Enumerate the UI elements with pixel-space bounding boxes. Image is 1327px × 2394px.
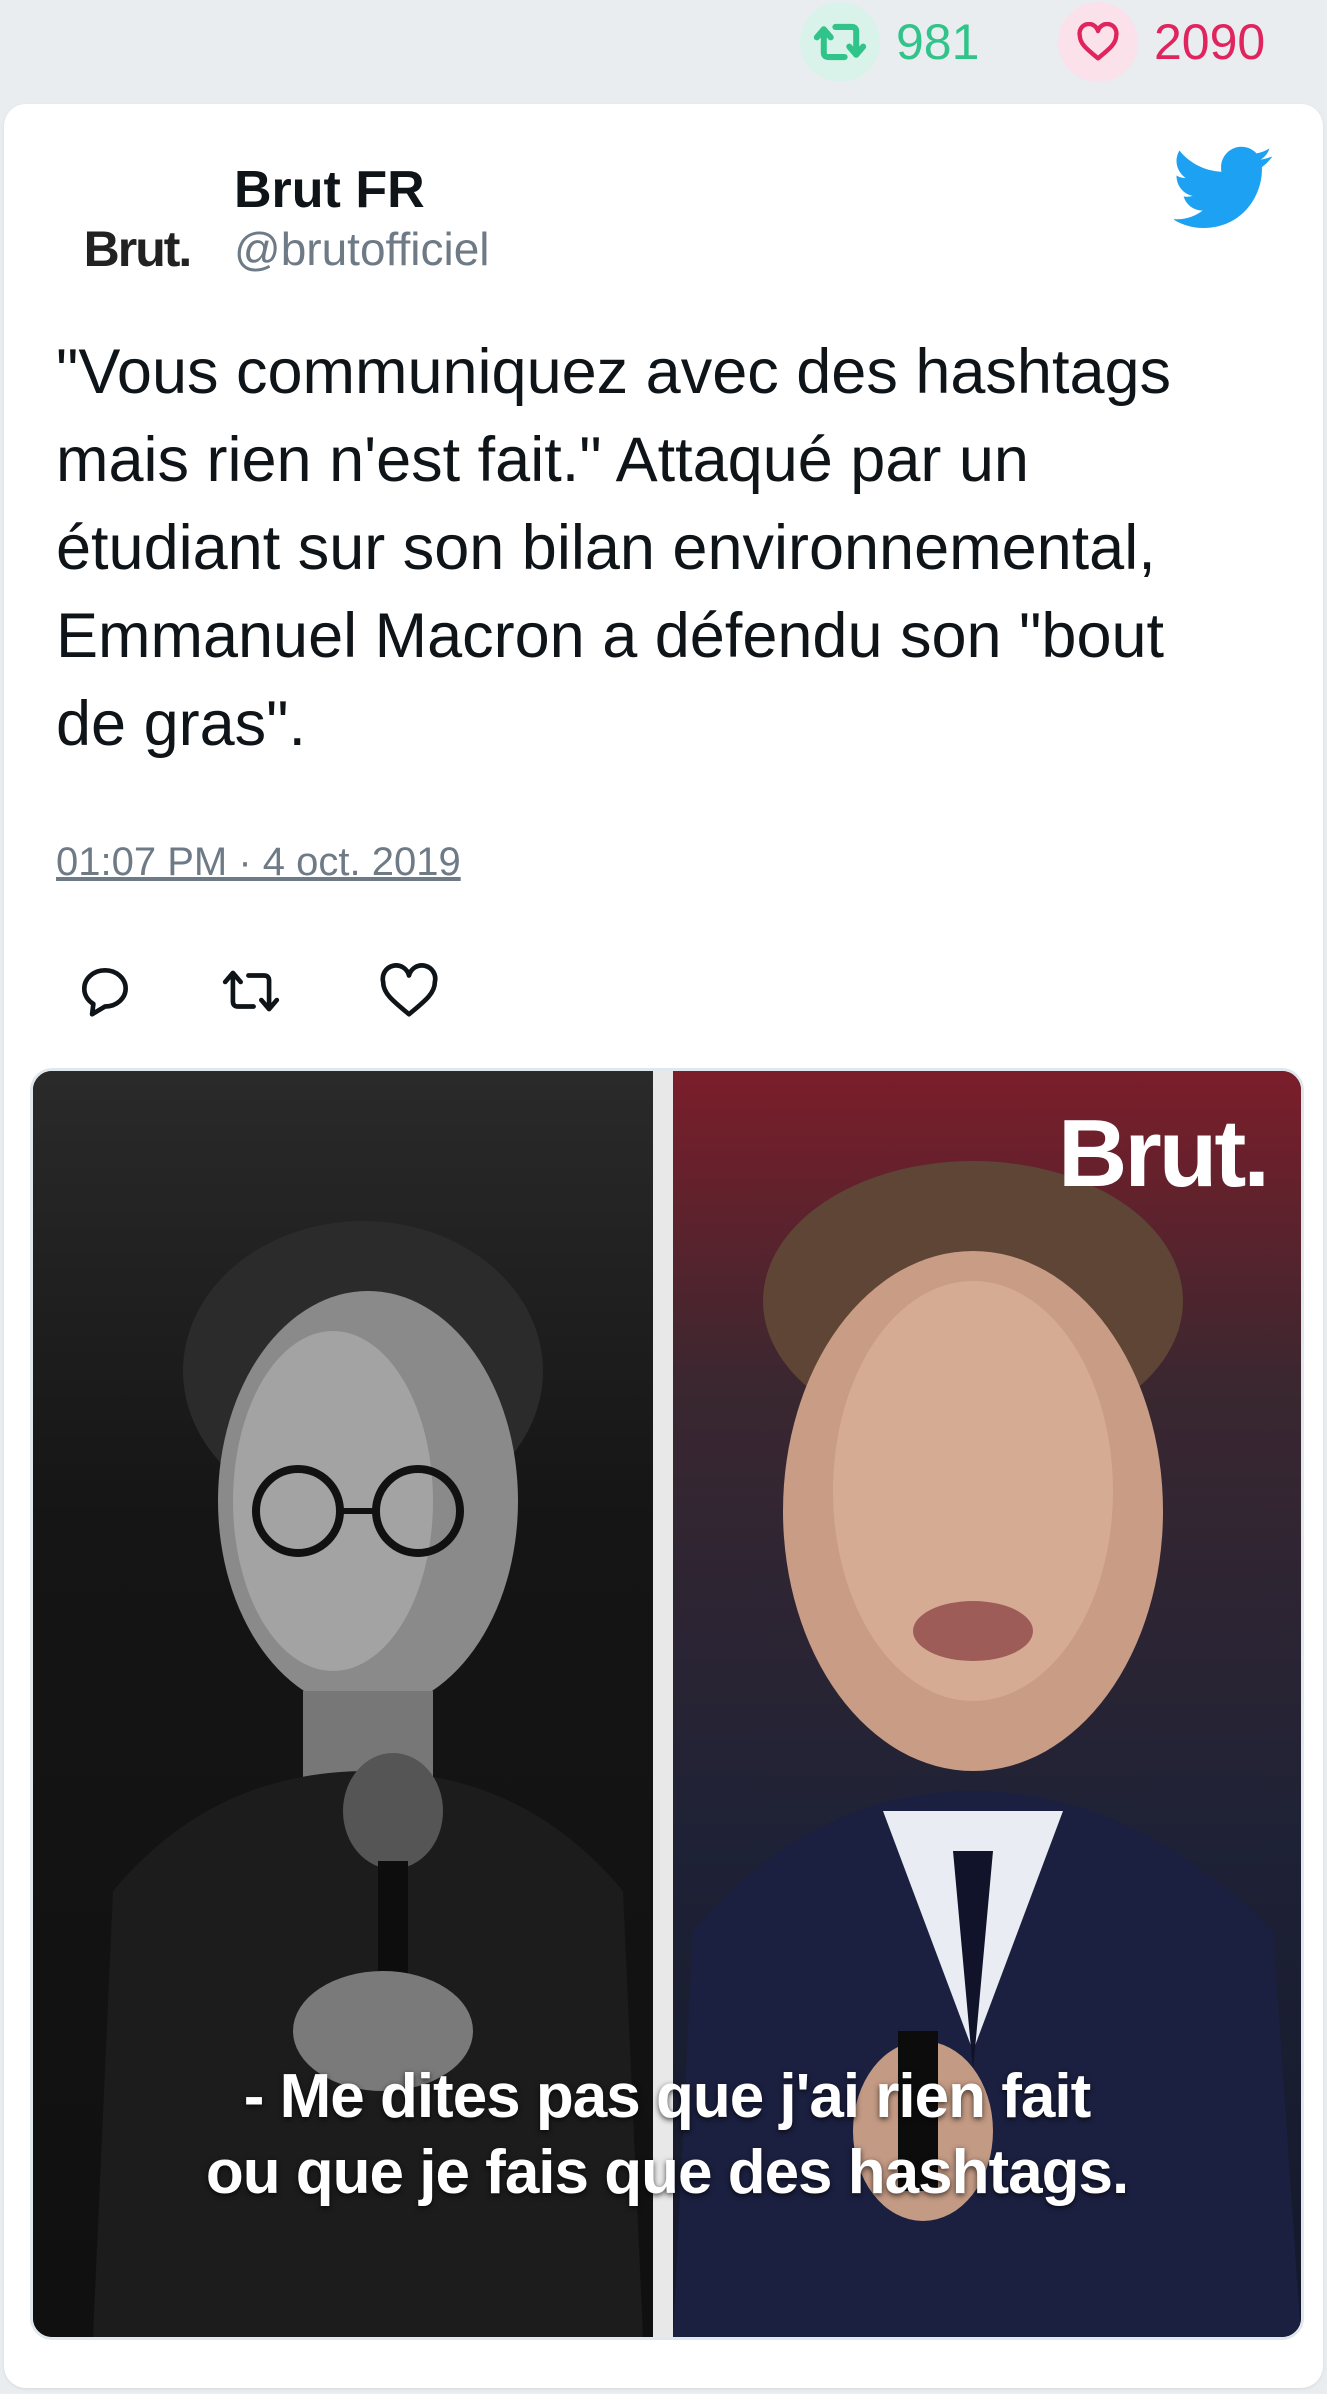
account-name[interactable]: Brut FR: [234, 160, 425, 220]
tweet-card: Brut. Brut FR @brutofficiel "Vous commun…: [4, 104, 1323, 2388]
account-handle[interactable]: @brutofficiel: [234, 222, 490, 276]
twitter-bird-icon[interactable]: [1174, 146, 1274, 230]
reply-icon[interactable]: [74, 960, 136, 1022]
video-subtitle-line2: ou que je fais que des hashtags.: [205, 2138, 1129, 2207]
tweet-timestamp[interactable]: 01:07 PM · 4 oct. 2019: [56, 840, 461, 885]
retweet-count[interactable]: 981: [800, 2, 980, 82]
tweet-text: "Vous communiquez avec des hashtags mais…: [56, 337, 1172, 759]
like-count-value: 2090: [1154, 14, 1266, 70]
heart-icon: [1058, 2, 1138, 82]
like-count[interactable]: 2090: [1058, 2, 1266, 82]
tweet-media-image[interactable]: Brut. - Me dites pas que j'ai rien fait …: [30, 1068, 1304, 2340]
engagement-bar: 981 2090: [0, 0, 1327, 90]
video-subtitle-line1: - Me dites pas que j'ai rien fait: [243, 2062, 1092, 2131]
avatar-logo-text: Brut.: [83, 221, 193, 277]
avatar[interactable]: Brut.: [62, 174, 212, 324]
retweet-count-value: 981: [896, 14, 980, 70]
like-icon[interactable]: [378, 960, 440, 1022]
retweet-icon[interactable]: [220, 960, 282, 1022]
retweet-icon: [800, 2, 880, 82]
brut-watermark-logo: Brut.: [1058, 1100, 1270, 1207]
